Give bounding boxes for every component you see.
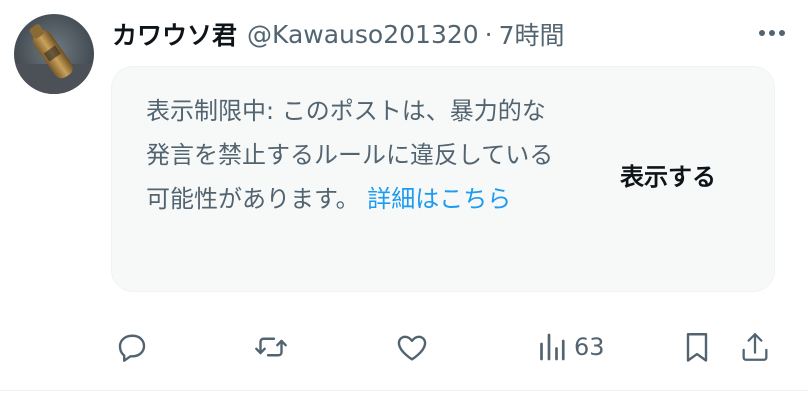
post: カワウソ君 @Kawauso201320 · 7時間 表示制限中: このポストは… — [0, 0, 808, 404]
post-divider — [0, 390, 808, 391]
views-count: 63 — [574, 333, 605, 361]
like-icon — [397, 335, 427, 361]
like-button[interactable] — [394, 322, 430, 372]
more-dot-icon — [779, 30, 785, 36]
avatar-image — [14, 14, 94, 94]
bookmark-button[interactable] — [682, 322, 712, 372]
more-dot-icon — [769, 30, 775, 36]
separator-dot: · — [484, 19, 493, 49]
share-icon — [742, 333, 768, 361]
repost-icon — [255, 337, 287, 357]
show-post-button[interactable]: 表示する — [620, 157, 716, 192]
post-time[interactable]: 7時間 — [499, 16, 565, 52]
action-bar: 63 — [112, 322, 792, 372]
views-button[interactable]: 63 — [538, 322, 605, 372]
reply-button[interactable] — [114, 322, 150, 372]
display-name[interactable]: カワウソ君 — [112, 16, 237, 52]
learn-more-link[interactable]: 詳細はこちら — [367, 185, 511, 213]
avatar[interactable] — [14, 14, 94, 94]
post-header: カワウソ君 @Kawauso201320 · 7時間 — [112, 14, 792, 54]
more-options-button[interactable] — [750, 18, 794, 48]
share-button[interactable] — [738, 322, 772, 372]
notice-message: 表示制限中: このポストは、暴力的な発言を禁止するルールに違反している可能性があ… — [146, 89, 566, 221]
bookmark-icon — [686, 333, 708, 362]
repost-button[interactable] — [252, 322, 290, 372]
views-icon — [540, 333, 565, 361]
user-handle[interactable]: @Kawauso201320 — [247, 20, 479, 49]
more-dot-icon — [759, 30, 765, 36]
content-warning-notice: 表示制限中: このポストは、暴力的な発言を禁止するルールに違反している可能性があ… — [111, 66, 775, 292]
reply-icon — [118, 334, 146, 362]
